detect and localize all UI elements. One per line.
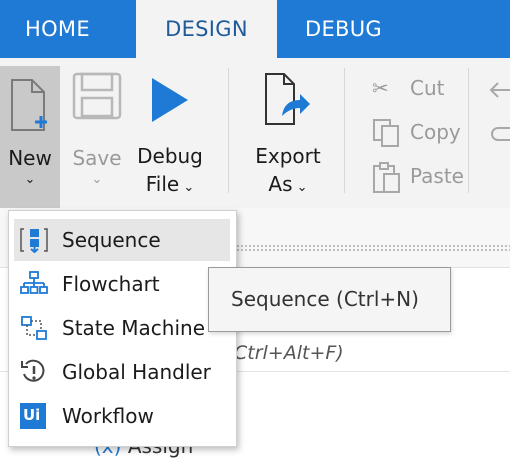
menu-item-state-machine[interactable]: State Machine (14, 307, 230, 349)
export-as-label-line2: As (268, 172, 293, 196)
app-window: HOME DESIGN DEBUG New ⌄ Save ⌄ Debug Fil… (0, 0, 510, 470)
new-file-icon (11, 79, 47, 131)
menu-item-label: Global Handler (62, 360, 211, 384)
paste-label: Paste (410, 164, 464, 188)
new-dropdown-menu: Sequence Flowchart State Machine Global … (8, 210, 237, 447)
chevron-down-icon: ⌄ (91, 172, 103, 187)
tooltip: Sequence (Ctrl+N) (208, 267, 451, 332)
tooltip-text: Sequence (Ctrl+N) (231, 287, 419, 311)
copy-icon (373, 119, 399, 147)
chevron-down-icon: ⌄ (179, 180, 195, 195)
paste-icon (373, 162, 400, 193)
new-button[interactable]: New ⌄ (0, 66, 60, 208)
ribbon-separator (468, 68, 469, 193)
debug-file-label-line2: File (145, 172, 180, 196)
tab-home[interactable]: HOME (25, 0, 90, 58)
shortcut-hint: Ctrl+Alt+F) (234, 342, 344, 364)
menu-item-flowchart[interactable]: Flowchart (14, 263, 230, 305)
cut-label: Cut (410, 76, 445, 100)
workflow-badge: Ui (23, 406, 41, 424)
save-icon (72, 72, 122, 120)
scissors-icon: ✂ (372, 76, 389, 100)
menu-item-label: Workflow (62, 404, 154, 428)
redo-loop-icon[interactable] (488, 124, 510, 144)
ribbon-separator (228, 68, 229, 193)
export-as-label-line1: Export (255, 144, 321, 168)
menu-item-sequence[interactable]: Sequence (14, 219, 230, 261)
menu-item-label: State Machine (62, 316, 206, 340)
save-button-label: Save (72, 146, 122, 170)
tab-design[interactable]: DESIGN (136, 0, 277, 58)
menu-item-label: Sequence (62, 228, 161, 252)
chevron-down-icon: ⌄ (292, 180, 308, 195)
flowchart-icon (20, 271, 48, 294)
ribbon: New ⌄ Save ⌄ Debug File ⌄ Export As ⌄ ✂ … (0, 58, 510, 208)
ribbon-tab-bar: HOME DESIGN DEBUG (0, 0, 510, 58)
sequence-icon (20, 228, 48, 253)
chevron-down-icon: ⌄ (24, 172, 36, 187)
export-icon (265, 73, 310, 125)
debug-file-label-line1: Debug (137, 144, 203, 168)
undo-arrow-icon[interactable] (488, 80, 510, 100)
menu-item-label: Flowchart (62, 272, 160, 296)
new-button-label: New (8, 146, 52, 170)
drag-grip (236, 244, 510, 252)
menu-item-workflow[interactable]: Ui Workflow (14, 395, 230, 437)
tab-debug[interactable]: DEBUG (305, 0, 382, 58)
workflow-icon: Ui (20, 403, 46, 429)
ribbon-separator (344, 68, 345, 193)
copy-label: Copy (410, 120, 461, 144)
menu-item-global-handler[interactable]: Global Handler (14, 351, 230, 393)
state-machine-icon (21, 316, 47, 340)
global-handler-icon (21, 359, 45, 382)
play-icon (152, 78, 188, 122)
